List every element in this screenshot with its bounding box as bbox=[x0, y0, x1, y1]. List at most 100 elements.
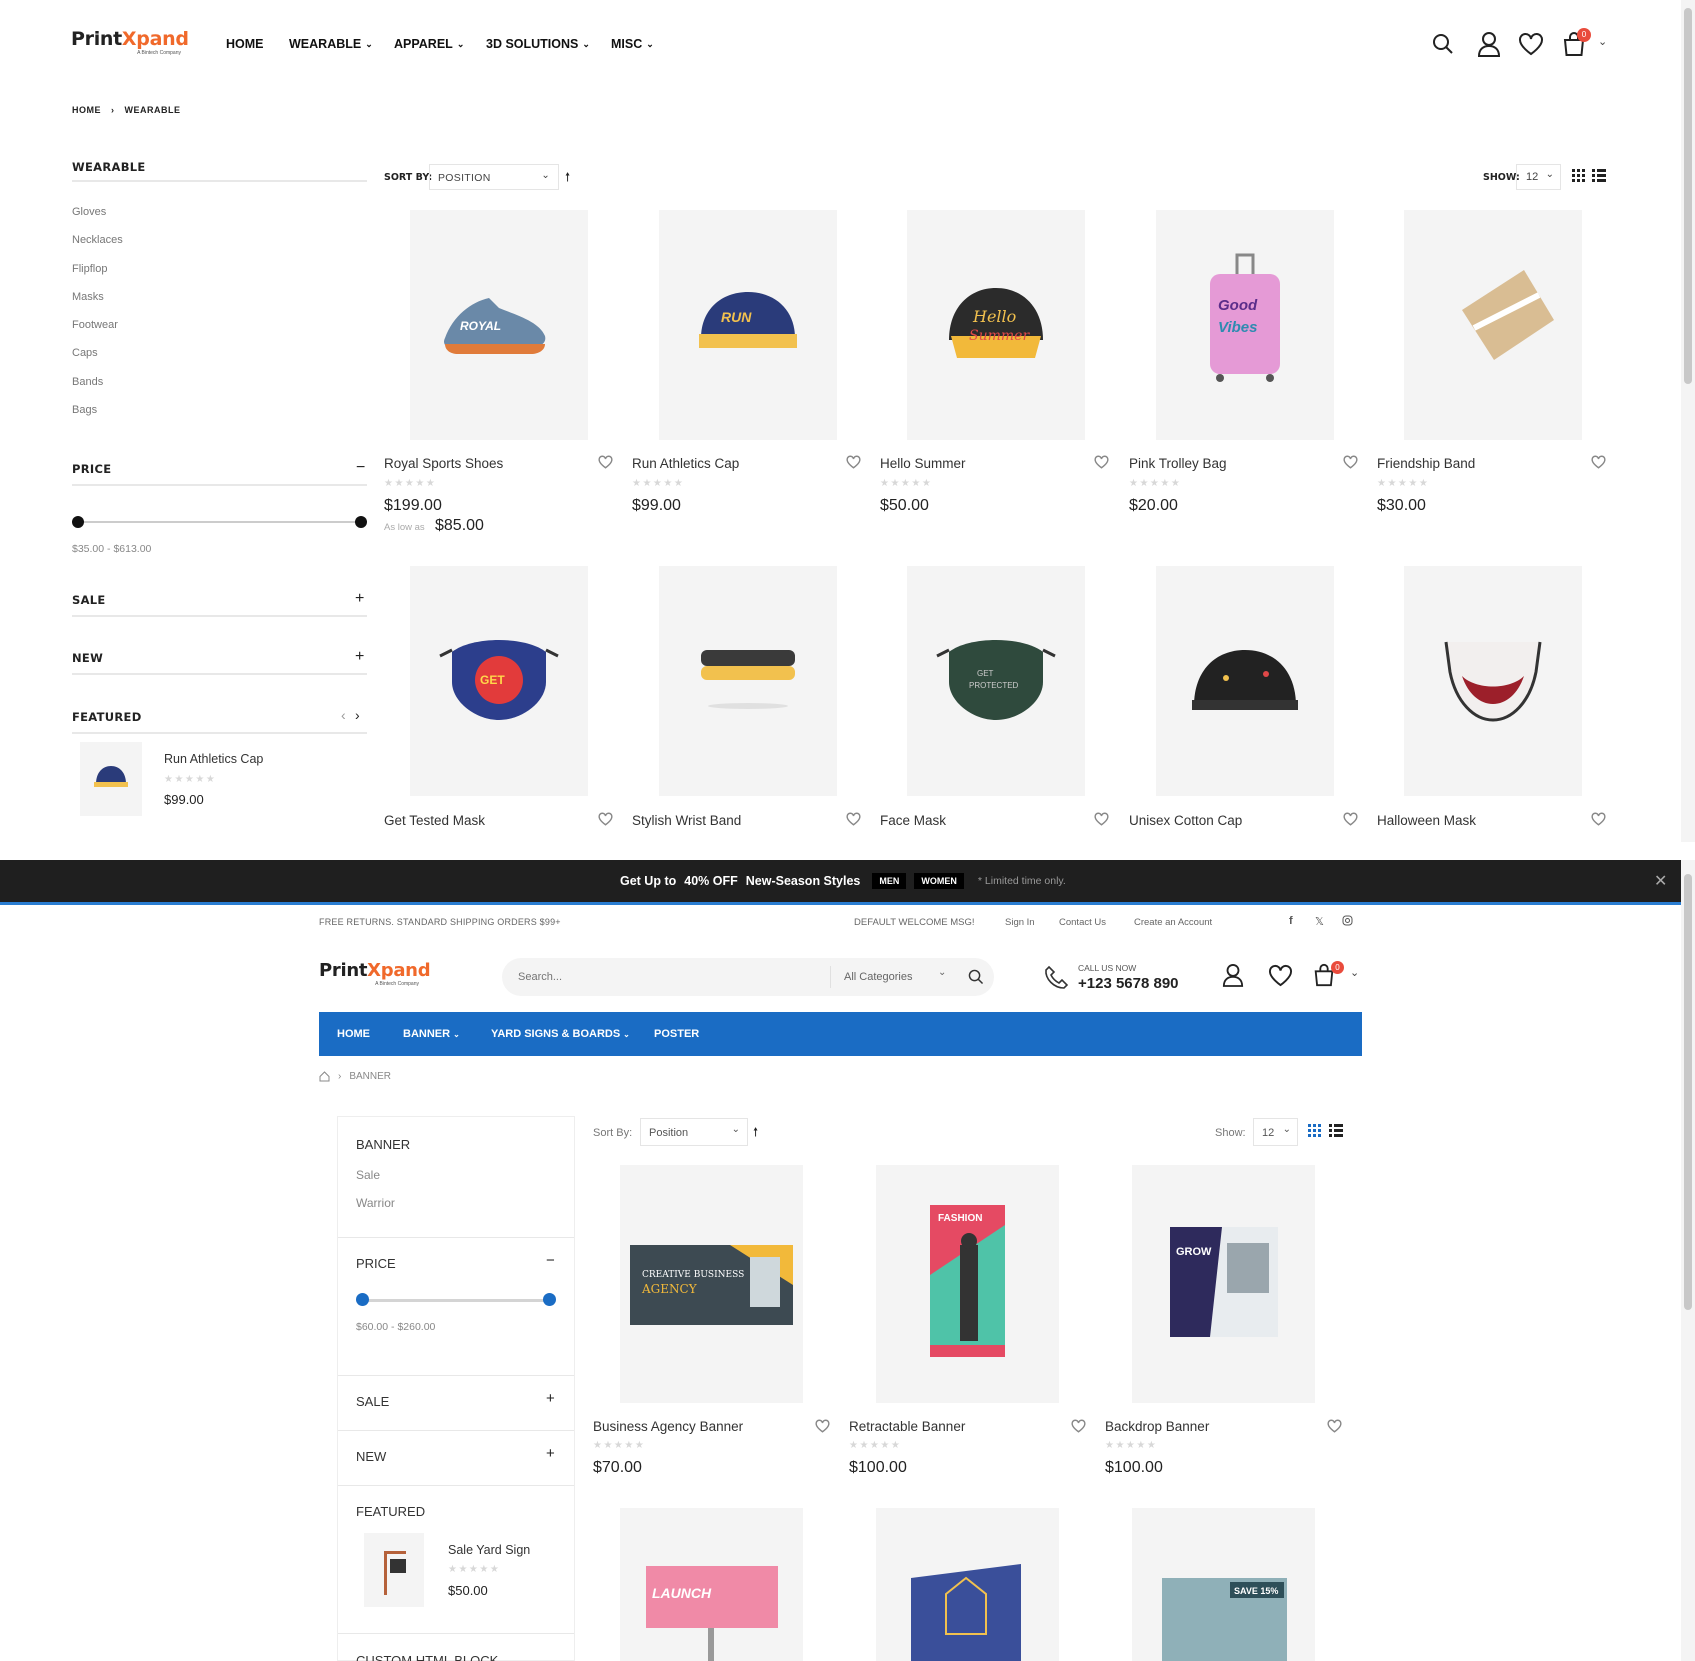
category-item[interactable]: Flipflop bbox=[72, 263, 367, 291]
product-image[interactable]: SAVE 15% bbox=[1132, 1508, 1315, 1661]
wishlist-heart-icon[interactable] bbox=[1591, 455, 1606, 469]
chevron-down-icon[interactable]: ⌄ bbox=[1350, 966, 1359, 979]
product-image[interactable]: LAUNCH bbox=[620, 1508, 803, 1661]
nav-home[interactable]: HOME bbox=[337, 1028, 370, 1040]
instagram-icon[interactable] bbox=[1342, 915, 1353, 926]
home-icon[interactable] bbox=[319, 1071, 330, 1082]
wishlist-heart-icon[interactable] bbox=[1343, 812, 1358, 826]
sale-filter-title[interactable]: SALE bbox=[72, 593, 106, 607]
sort-direction-arrow-icon[interactable]: 🠕 bbox=[565, 168, 570, 189]
product-name[interactable]: Halloween Mask bbox=[1377, 813, 1476, 828]
expand-plus-icon[interactable]: + bbox=[355, 648, 364, 666]
promo-men-button[interactable]: MEN bbox=[872, 873, 907, 889]
nav-poster[interactable]: POSTER bbox=[654, 1028, 699, 1040]
site2-logo[interactable]: PrintXpand A Bintech Company bbox=[319, 960, 431, 990]
nav-wearable[interactable]: WEARABLE ⌄ bbox=[289, 37, 373, 51]
product-name[interactable]: Face Mask bbox=[880, 813, 946, 828]
facebook-icon[interactable]: f bbox=[1289, 915, 1293, 927]
chevron-down-icon[interactable]: ⌄ bbox=[1598, 35, 1607, 48]
scrollbar-track[interactable] bbox=[1681, 860, 1695, 1661]
wishlist-heart-icon[interactable] bbox=[846, 455, 861, 469]
price-slider[interactable] bbox=[356, 1293, 556, 1307]
wishlist-heart-icon[interactable] bbox=[598, 812, 613, 826]
user-icon[interactable] bbox=[1222, 963, 1244, 987]
category-item[interactable]: Sale bbox=[356, 1168, 380, 1182]
nav-apparel[interactable]: APPAREL ⌄ bbox=[394, 37, 464, 51]
user-icon[interactable] bbox=[1477, 31, 1501, 57]
category-item[interactable]: Bands bbox=[72, 376, 367, 404]
search-icon[interactable] bbox=[968, 969, 984, 985]
slider-handle-min[interactable] bbox=[356, 1293, 369, 1306]
featured-item-thumb[interactable] bbox=[364, 1533, 424, 1607]
nav-home[interactable]: HOME bbox=[226, 37, 264, 51]
wishlist-heart-icon[interactable] bbox=[1268, 964, 1293, 987]
expand-plus-icon[interactable]: + bbox=[355, 590, 364, 608]
list-view-icon[interactable] bbox=[1592, 169, 1606, 183]
nav-banner[interactable]: BANNER ⌄ bbox=[403, 1028, 460, 1040]
collapse-minus-icon[interactable]: − bbox=[356, 459, 365, 477]
category-item[interactable]: Bags bbox=[72, 404, 367, 432]
wishlist-heart-icon[interactable] bbox=[1327, 1419, 1342, 1433]
product-name[interactable]: Royal Sports Shoes bbox=[384, 456, 503, 471]
price-filter-title[interactable]: PRICE bbox=[356, 1256, 396, 1271]
create-account-link[interactable]: Create an Account bbox=[1134, 917, 1212, 928]
slider-handle-max[interactable] bbox=[355, 516, 367, 528]
nav-misc[interactable]: MISC ⌄ bbox=[611, 37, 654, 51]
product-image[interactable] bbox=[1156, 566, 1334, 796]
category-item[interactable]: Caps bbox=[72, 347, 367, 375]
x-twitter-icon[interactable]: 𝕏 bbox=[1315, 915, 1324, 928]
product-name[interactable]: Unisex Cotton Cap bbox=[1129, 813, 1242, 828]
slider-handle-max[interactable] bbox=[543, 1293, 556, 1306]
product-image[interactable] bbox=[659, 566, 837, 796]
wishlist-heart-icon[interactable] bbox=[1591, 812, 1606, 826]
category-select[interactable]: All Categories bbox=[844, 971, 912, 983]
wishlist-heart-icon[interactable] bbox=[815, 1419, 830, 1433]
grid-view-icon[interactable] bbox=[1308, 1124, 1322, 1138]
product-name[interactable]: Run Athletics Cap bbox=[632, 456, 739, 471]
promo-women-button[interactable]: WOMEN bbox=[914, 873, 964, 889]
category-item[interactable]: Necklaces bbox=[72, 234, 367, 262]
wishlist-heart-icon[interactable] bbox=[1343, 455, 1358, 469]
close-icon[interactable]: ✕ bbox=[1654, 871, 1667, 891]
product-image[interactable] bbox=[876, 1508, 1059, 1661]
product-image[interactable]: Good Vibes bbox=[1156, 210, 1334, 440]
contact-us-link[interactable]: Contact Us bbox=[1059, 917, 1106, 928]
expand-plus-icon[interactable]: + bbox=[546, 1445, 555, 1462]
scrollbar-track[interactable] bbox=[1681, 0, 1695, 842]
sort-direction-arrow-icon[interactable]: 🠕 bbox=[753, 1123, 758, 1144]
product-image[interactable]: Hello Summer bbox=[907, 210, 1085, 440]
new-filter-title[interactable]: NEW bbox=[356, 1449, 386, 1464]
phone-number[interactable]: +123 5678 890 bbox=[1078, 975, 1179, 992]
wishlist-heart-icon[interactable] bbox=[1071, 1419, 1086, 1433]
collapse-minus-icon[interactable]: − bbox=[546, 1252, 555, 1269]
product-image[interactable] bbox=[1404, 566, 1582, 796]
list-view-icon[interactable] bbox=[1329, 1124, 1343, 1138]
featured-item-name[interactable]: Sale Yard Sign bbox=[448, 1543, 530, 1557]
product-name[interactable]: Backdrop Banner bbox=[1105, 1419, 1209, 1434]
nav-yard-signs[interactable]: YARD SIGNS & BOARDS ⌄ bbox=[491, 1028, 630, 1040]
featured-item-name[interactable]: Run Athletics Cap bbox=[164, 752, 263, 766]
chevron-right-icon[interactable]: › bbox=[355, 707, 360, 723]
new-filter-title[interactable]: NEW bbox=[72, 651, 103, 665]
product-image[interactable]: GET PROTECTED bbox=[907, 566, 1085, 796]
scrollbar-thumb[interactable] bbox=[1684, 874, 1692, 1310]
wishlist-heart-icon[interactable] bbox=[1518, 32, 1544, 56]
product-name[interactable]: Business Agency Banner bbox=[593, 1419, 743, 1434]
search-icon[interactable] bbox=[1432, 33, 1454, 55]
price-filter-title[interactable]: PRICE bbox=[72, 462, 111, 476]
wishlist-heart-icon[interactable] bbox=[846, 812, 861, 826]
wishlist-heart-icon[interactable] bbox=[1094, 455, 1109, 469]
search-input[interactable] bbox=[518, 967, 818, 987]
slider-handle-min[interactable] bbox=[72, 516, 84, 528]
product-image[interactable]: GET bbox=[410, 566, 588, 796]
limiter-select[interactable]: 12 ⌄ bbox=[1253, 1118, 1298, 1146]
product-image[interactable]: ROYAL bbox=[410, 210, 588, 440]
product-image[interactable]: CREATIVE BUSINESS AGENCY bbox=[620, 1165, 803, 1403]
product-name[interactable]: Retractable Banner bbox=[849, 1419, 965, 1434]
product-name[interactable]: Pink Trolley Bag bbox=[1129, 456, 1227, 471]
product-image[interactable]: RUN bbox=[659, 210, 837, 440]
product-name[interactable]: Stylish Wrist Band bbox=[632, 813, 741, 828]
scrollbar-thumb[interactable] bbox=[1684, 8, 1692, 384]
sort-select[interactable]: POSITION ⌄ bbox=[429, 164, 559, 190]
product-image[interactable]: FASHION bbox=[876, 1165, 1059, 1403]
